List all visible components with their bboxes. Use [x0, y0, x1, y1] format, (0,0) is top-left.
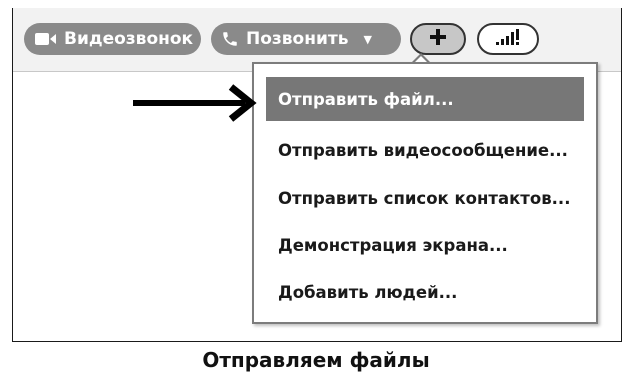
video-call-button[interactable]: Видеозвонок — [24, 23, 201, 55]
menu-item-label: Демонстрация экрана... — [278, 235, 508, 255]
menu-item-label: Отправить видеосообщение... — [278, 140, 568, 160]
menu-item-label: Отправить файл... — [278, 89, 454, 109]
actions-dropdown-menu: Отправить файл... Отправить видеосообщен… — [252, 62, 598, 324]
figure-caption: Отправляем файлы — [202, 348, 430, 372]
menu-item-send-contacts[interactable]: Отправить список контактов... — [266, 176, 584, 220]
signal-quality-icon — [495, 28, 521, 50]
menu-item-add-people[interactable]: Добавить людей... — [266, 270, 584, 314]
call-quality-button[interactable] — [477, 23, 539, 55]
call-button[interactable]: Позвонить ▼ — [211, 23, 401, 55]
menu-item-send-file[interactable]: Отправить файл... — [266, 77, 584, 121]
phone-icon — [221, 30, 239, 48]
plus-icon — [429, 28, 447, 50]
menu-item-label: Добавить людей... — [278, 282, 458, 302]
video-call-label: Видеозвонок — [64, 29, 194, 49]
menu-item-send-video-message[interactable]: Отправить видеосообщение... — [266, 128, 584, 172]
menu-item-screen-share[interactable]: Демонстрация экрана... — [266, 223, 584, 267]
menu-item-label: Отправить список контактов... — [278, 188, 571, 208]
caret-down-icon[interactable]: ▼ — [363, 33, 371, 46]
video-camera-icon — [35, 32, 57, 46]
pointer-arrow-icon — [133, 84, 261, 128]
add-actions-button[interactable] — [410, 23, 466, 55]
call-label: Позвонить — [246, 29, 349, 49]
